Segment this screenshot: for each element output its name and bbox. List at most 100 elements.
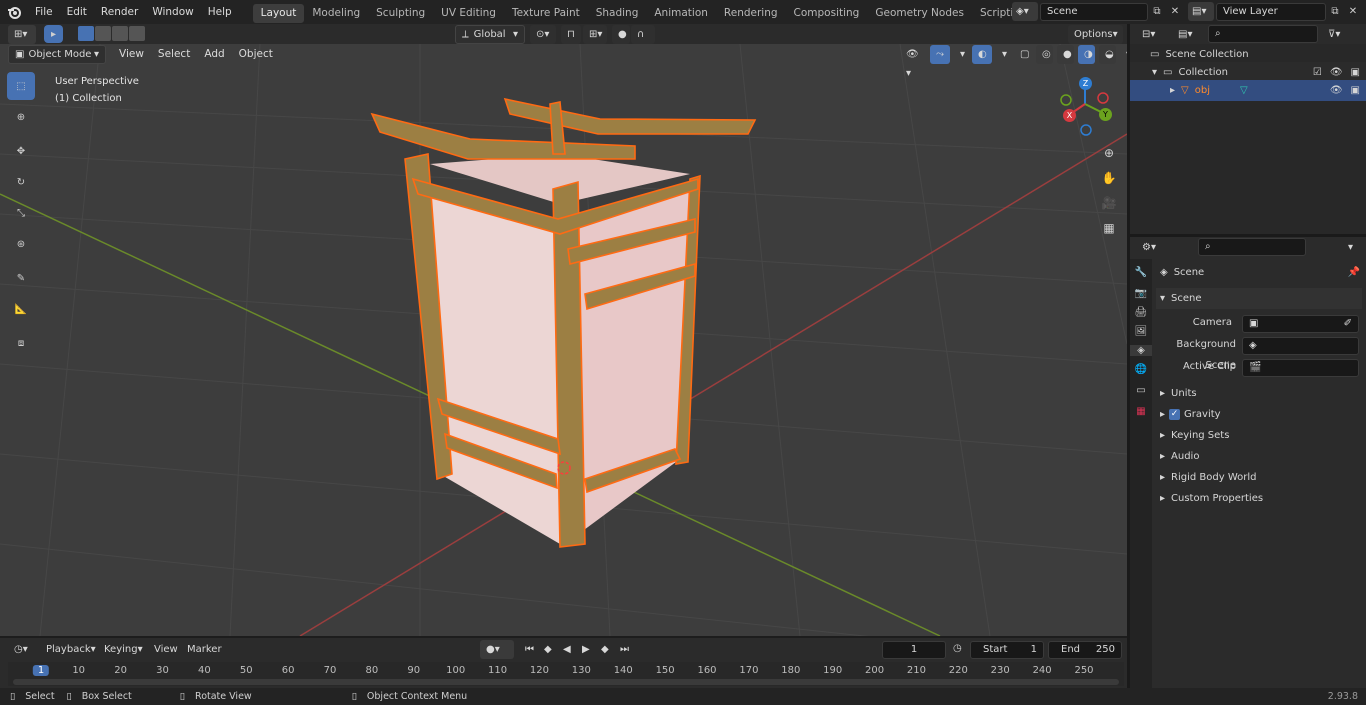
end-frame-field[interactable]: End 250 bbox=[1048, 641, 1122, 659]
eyedropper-icon[interactable]: ✐ bbox=[1344, 316, 1352, 332]
rendered-shading-icon[interactable]: ◒ bbox=[1099, 45, 1116, 64]
filter-icon[interactable]: ⊽▾ bbox=[1322, 25, 1348, 44]
world-tab-icon[interactable]: 🌐 bbox=[1130, 364, 1152, 375]
3d-viewport[interactable] bbox=[0, 44, 1127, 636]
cursor-tool-icon[interactable]: ⊕ bbox=[7, 103, 35, 131]
custom-properties-section[interactable]: ▸ Custom Properties bbox=[1156, 488, 1362, 509]
gizmo-y-axis[interactable]: Y bbox=[1099, 108, 1112, 121]
menu-file[interactable]: File bbox=[28, 0, 60, 24]
menu-edit[interactable]: Edit bbox=[60, 0, 94, 24]
start-frame-field[interactable]: Start 1 bbox=[970, 641, 1044, 659]
timeline-editor-type-icon[interactable]: ◷▾ bbox=[8, 640, 34, 659]
gravity-checkbox[interactable]: ✓ bbox=[1169, 409, 1181, 420]
select-box-tool-icon[interactable]: ⬚ bbox=[7, 72, 35, 100]
menu-view[interactable]: View bbox=[112, 45, 151, 64]
current-frame-field[interactable]: 1 bbox=[882, 641, 946, 659]
jump-keyframe-forward-icon[interactable]: ◆ bbox=[598, 640, 615, 659]
workspace-tab-modeling[interactable]: Modeling bbox=[304, 4, 368, 23]
view-layer-tab-icon[interactable]: 🖼 bbox=[1130, 326, 1152, 337]
view-layer-browse-icon[interactable]: ▤▾ bbox=[1188, 2, 1214, 21]
material-shading-icon[interactable]: ◑ bbox=[1078, 45, 1095, 64]
scale-tool-icon[interactable]: ⤡ bbox=[7, 199, 35, 227]
play-reverse-icon[interactable]: ◀ bbox=[560, 640, 577, 659]
perspective-toggle-icon[interactable]: ▦ bbox=[1097, 216, 1121, 240]
object-mode-dropdown[interactable]: ▣ Object Mode ▾ bbox=[8, 45, 106, 64]
render-tab-icon[interactable]: 📷 bbox=[1130, 288, 1152, 299]
workspace-tab-geometry-nodes[interactable]: Geometry Nodes bbox=[867, 4, 972, 23]
play-icon[interactable]: ▶ bbox=[579, 640, 596, 659]
keying-sets-section[interactable]: ▸ Keying Sets bbox=[1156, 425, 1362, 446]
audio-section[interactable]: ▸ Audio bbox=[1156, 446, 1362, 467]
workspace-tab-layout[interactable]: Layout bbox=[252, 4, 305, 23]
select-extend-icon[interactable] bbox=[95, 26, 111, 41]
new-view-layer-icon[interactable]: ⧉ bbox=[1326, 6, 1344, 17]
panel-divider[interactable] bbox=[1127, 24, 1130, 688]
select-subtract-icon[interactable] bbox=[112, 26, 128, 41]
active-clip-field[interactable]: 🎬 bbox=[1242, 359, 1359, 377]
delete-scene-icon[interactable]: ✕ bbox=[1166, 6, 1184, 17]
blender-logo-icon[interactable] bbox=[0, 0, 28, 24]
background-scene-field[interactable]: ◈ bbox=[1242, 337, 1359, 355]
gizmo-toggle-icon[interactable]: ⤳ bbox=[930, 45, 950, 64]
tool-tab-icon[interactable]: 🔧 bbox=[1130, 267, 1152, 278]
workspace-tab-rendering[interactable]: Rendering bbox=[716, 4, 786, 23]
measure-tool-icon[interactable]: 📐 bbox=[7, 295, 35, 323]
timeline-view-menu[interactable]: View bbox=[148, 640, 184, 659]
keying-menu[interactable]: Keying ▾ bbox=[98, 640, 146, 659]
properties-search-input[interactable]: ⌕ bbox=[1198, 238, 1306, 256]
delete-view-layer-icon[interactable]: ✕ bbox=[1344, 6, 1362, 17]
texture-tab-icon[interactable]: ▦ bbox=[1130, 406, 1152, 417]
menu-help[interactable]: Help bbox=[201, 0, 239, 24]
add-cube-tool-icon[interactable]: ⧈ bbox=[7, 329, 35, 357]
wireframe-shading-icon[interactable]: ◎ bbox=[1036, 45, 1053, 64]
playback-menu[interactable]: Playback ▾ bbox=[40, 640, 96, 659]
scene-panel-header[interactable]: ▾ Scene bbox=[1156, 288, 1362, 309]
workspace-tab-sculpting[interactable]: Sculpting bbox=[368, 4, 433, 23]
properties-options-icon[interactable]: ▾ bbox=[1342, 238, 1360, 257]
annotate-tool-icon[interactable]: ✎ bbox=[7, 264, 35, 292]
menu-render[interactable]: Render bbox=[94, 0, 145, 24]
scene-name-field[interactable]: Scene bbox=[1040, 2, 1148, 21]
transform-tool-icon[interactable]: ⊛ bbox=[7, 230, 35, 258]
scene-tab-icon[interactable]: ◈ bbox=[1130, 345, 1152, 356]
select-new-icon[interactable] bbox=[78, 26, 94, 41]
falloff-icon[interactable]: ∩ bbox=[631, 25, 655, 44]
pin-icon[interactable]: 📌 bbox=[1348, 262, 1360, 283]
timeline-ruler[interactable]: 1 10 20 30 40 50 60 70 80 90 100 110 120 130 140 150 160… bbox=[8, 662, 1124, 686]
jump-end-icon[interactable]: ⏭ bbox=[617, 640, 634, 659]
visibility-eye-icon[interactable]: 👁 bbox=[1330, 80, 1343, 101]
editor-type-icon[interactable]: ⊞▾ bbox=[8, 25, 36, 44]
workspace-tab-shading[interactable]: Shading bbox=[588, 4, 647, 23]
output-tab-icon[interactable]: 🖨 bbox=[1130, 307, 1152, 318]
gizmo-z-axis[interactable]: Z bbox=[1079, 77, 1092, 90]
workspace-tab-compositing[interactable]: Compositing bbox=[786, 4, 868, 23]
scene-browse-icon[interactable]: ◈▾ bbox=[1012, 2, 1038, 21]
options-dropdown[interactable]: Options ▾ bbox=[1068, 25, 1123, 44]
outliner-search-input[interactable]: ⌕ bbox=[1208, 25, 1318, 43]
use-preview-range-icon[interactable]: ◷ bbox=[953, 643, 962, 654]
pan-hand-icon[interactable]: ✋ bbox=[1097, 166, 1121, 190]
marker-menu[interactable]: Marker bbox=[181, 640, 228, 659]
solid-shading-icon[interactable]: ● bbox=[1057, 45, 1074, 64]
overlay-toggle-icon[interactable]: ◐ bbox=[972, 45, 992, 64]
workspace-tab-animation[interactable]: Animation bbox=[646, 4, 716, 23]
display-mode-icon[interactable]: ▤▾ bbox=[1172, 25, 1200, 44]
pivot-point-icon[interactable]: ⊙▾ bbox=[530, 25, 556, 44]
mesh-data-icon[interactable]: ▽ bbox=[1240, 80, 1248, 101]
panel-divider[interactable] bbox=[1130, 234, 1366, 237]
new-scene-icon[interactable]: ⧉ bbox=[1148, 6, 1166, 17]
proportional-edit-icon[interactable]: ● bbox=[612, 25, 630, 44]
select-intersect-icon[interactable] bbox=[129, 26, 145, 41]
snap-toggle-icon[interactable]: ⊓ bbox=[561, 25, 581, 44]
navigation-gizmo[interactable]: Z Y X bbox=[1058, 74, 1116, 136]
jump-keyframe-back-icon[interactable]: ◆ bbox=[541, 640, 558, 659]
transform-orientation-dropdown[interactable]: ⟂ Global ▾ bbox=[455, 25, 525, 44]
menu-object[interactable]: Object bbox=[232, 45, 280, 64]
timeline-scrollbar[interactable] bbox=[13, 679, 1119, 685]
snap-target-icon[interactable]: ⊞▾ bbox=[583, 25, 607, 44]
overlay-dropdown-icon[interactable]: ▾ bbox=[996, 45, 1010, 64]
view-layer-field[interactable]: View Layer bbox=[1216, 2, 1326, 21]
menu-window[interactable]: Window bbox=[145, 0, 200, 24]
expand-icon[interactable]: ▸ bbox=[1170, 80, 1175, 101]
gizmo-dropdown-icon[interactable]: ▾ bbox=[954, 45, 968, 64]
